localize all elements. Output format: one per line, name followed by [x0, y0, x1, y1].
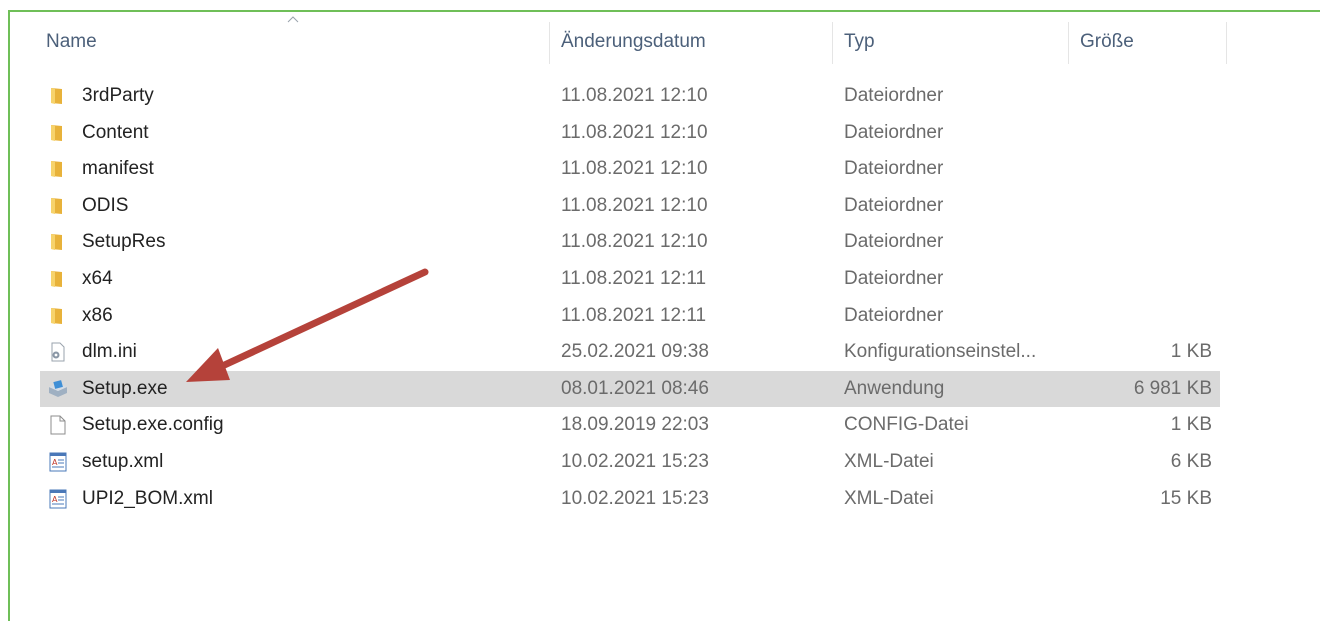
file-size: [1072, 78, 1212, 114]
file-name: Setup.exe: [82, 377, 168, 399]
file-type: Anwendung: [844, 377, 945, 399]
file-type: Dateiordner: [844, 194, 944, 216]
file-row[interactable]: Setup.exe.config 18.09.2019 22:03 CONFIG-D…: [40, 407, 1220, 443]
folder-icon: [48, 123, 68, 143]
file-type: Dateiordner: [844, 268, 944, 289]
file-row[interactable]: ODIS 11.08.2021 12:10 Dateiordner: [40, 188, 1220, 224]
column-divider[interactable]: [832, 22, 833, 64]
file-name: 3rdParty: [82, 85, 154, 106]
file-size: [1072, 115, 1212, 151]
file-type: Dateiordner: [844, 121, 944, 143]
file-size: [1072, 151, 1212, 187]
file-row[interactable]: Asetup.xml 10.02.2021 15:23 XML-Datei 6 KB: [40, 444, 1220, 480]
file-row[interactable]: manifest 11.08.2021 12:10 Dateiordner: [40, 151, 1220, 187]
file-name: SetupRes: [82, 231, 166, 253]
folder-icon: [48, 159, 68, 179]
installer-icon: [48, 379, 68, 399]
column-divider[interactable]: [549, 22, 550, 64]
file-type: Dateiordner: [844, 158, 944, 180]
xml-file-icon: A: [48, 452, 68, 472]
file-date: 11.08.2021 12:10: [561, 121, 708, 143]
file-date: 18.09.2019 22:03: [561, 414, 709, 436]
file-date: 11.08.2021 12:10: [561, 194, 708, 216]
folder-icon: [48, 86, 68, 106]
file-size: [1072, 188, 1212, 224]
folder-icon: [48, 306, 68, 326]
column-header: Name Änderungsdatum Typ Größe: [0, 20, 1321, 64]
file-date: 11.08.2021 12:10: [561, 85, 708, 106]
file-type: XML-Datei: [844, 451, 934, 472]
xml-file-icon: A: [48, 489, 68, 509]
column-header-type[interactable]: Typ: [844, 20, 875, 64]
file-type: CONFIG-Datei: [844, 414, 969, 436]
svg-text:A: A: [52, 458, 58, 467]
file-type: Dateiordner: [844, 231, 944, 253]
file-row[interactable]: x86 11.08.2021 12:11 Dateiordner: [40, 298, 1220, 334]
column-header-name[interactable]: Name: [46, 20, 97, 64]
file-size: 6 981 KB: [1133, 377, 1212, 399]
file-row[interactable]: A UPI2_BOM.xml 10.02.2021 15:23 XML-Datei 15…: [40, 481, 1220, 517]
file-size: 1 KB: [1170, 414, 1212, 436]
file-size: [1072, 224, 1212, 260]
file-size: 1 KB: [1170, 341, 1212, 363]
file-name: dlm.ini: [82, 341, 137, 363]
file-size: 15 KB: [1160, 487, 1212, 509]
file-size: [1072, 261, 1212, 297]
file-size: [1072, 298, 1212, 334]
column-divider[interactable]: [1068, 22, 1069, 64]
file-type: Dateiordner: [844, 304, 944, 326]
file-date: 11.08.2021 12:10: [561, 158, 708, 180]
column-header-size[interactable]: Größe: [1080, 20, 1134, 64]
svg-text:A: A: [52, 495, 58, 504]
file-row[interactable]: 3rdParty 11.08.2021 12:10 Dateiordner: [40, 78, 1220, 114]
file-name: setup.xml: [82, 451, 164, 472]
column-divider[interactable]: [1226, 22, 1227, 64]
file-name: manifest: [82, 158, 154, 180]
file-date: 11.08.2021 12:11: [561, 304, 707, 326]
folder-icon: [48, 196, 68, 216]
folder-icon: [48, 269, 68, 289]
file-type: XML-Datei: [844, 487, 934, 509]
blank-file-icon: [48, 415, 68, 435]
file-name: Setup.exe.config: [82, 414, 224, 436]
file-name: Content: [82, 121, 149, 143]
file-date: 08.01.2021 08:46: [561, 377, 709, 399]
file-row[interactable]: x64 11.08.2021 12:11 Dateiordner: [40, 261, 1220, 297]
file-date: 10.02.2021 15:23: [561, 487, 709, 509]
file-date: 11.08.2021 12:11: [561, 268, 707, 289]
file-name: x86: [82, 304, 113, 326]
file-name: ODIS: [82, 194, 129, 216]
file-type: Konfigurationseinstel...: [844, 341, 1037, 363]
file-row[interactable]: dlm.ini 25.02.2021 09:38 Konfigurationsein…: [40, 334, 1220, 370]
file-date: 10.02.2021 15:23: [561, 451, 709, 472]
folder-icon: [48, 232, 68, 252]
file-date: 11.08.2021 12:10: [561, 231, 708, 253]
settings-file-icon: [48, 342, 68, 362]
file-name: UPI2_BOM.xml: [82, 487, 213, 509]
file-name: x64: [82, 268, 113, 289]
file-type: Dateiordner: [844, 85, 944, 106]
column-header-date[interactable]: Änderungsdatum: [561, 20, 706, 64]
file-date: 25.02.2021 09:38: [561, 341, 709, 363]
file-row[interactable]: Content 11.08.2021 12:10 Dateiordner: [40, 115, 1220, 151]
file-size: 6 KB: [1170, 451, 1212, 472]
file-row[interactable]: SetupRes 11.08.2021 12:10 Dateiordner: [40, 224, 1220, 260]
file-row[interactable]: Setup.exe 08.01.2021 08:46 Anwendung 6 981 …: [40, 370, 1220, 407]
